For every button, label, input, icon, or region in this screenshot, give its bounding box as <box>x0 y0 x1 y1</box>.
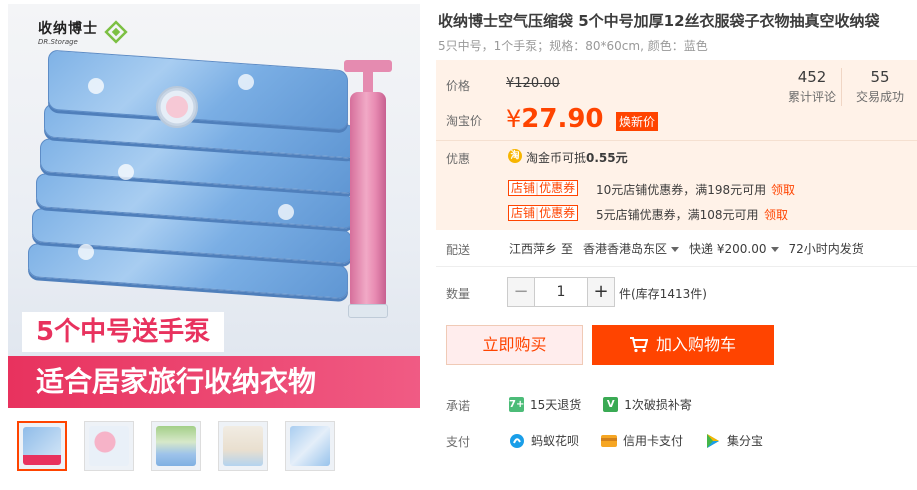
seven-day-return-icon: 7+ <box>509 397 525 412</box>
flower-decoration <box>278 204 294 220</box>
sales-count-label: 交易成功 <box>856 90 905 104</box>
promise-label: 承诺 <box>446 399 471 413</box>
coupon-tag-right: 优惠券 <box>539 181 576 195</box>
flower-decoration <box>88 78 104 94</box>
new-price-badge: 焕新价 <box>616 112 659 131</box>
thumbnail-strip <box>17 421 335 471</box>
claim-coupon-link[interactable]: 领取 <box>771 181 795 198</box>
flower-decoration <box>118 164 134 180</box>
thumbnail-2[interactable] <box>84 421 134 471</box>
brand-logo: 收纳博士 DR.Storage <box>38 18 128 46</box>
chevron-down-icon <box>770 247 779 252</box>
ship-method: 快递 ¥200.00 <box>689 242 767 256</box>
quantity-label: 数量 <box>446 287 471 301</box>
price-label: 价格 <box>446 79 471 93</box>
product-title: 收纳博士空气压缩袋 5个中号加厚12丝衣服袋子衣物抽真空收纳袋 <box>438 12 880 30</box>
coupon-tag-right: 优惠券 <box>539 206 576 220</box>
coin-discount-text: 淘金币可抵0.55元 <box>526 149 628 166</box>
damage-resend-icon: V <box>603 397 619 412</box>
promo-banner-line1: 5个中号送手泵 <box>22 312 225 352</box>
pay-credit-card[interactable]: 信用卡支付 <box>623 432 683 449</box>
ship-destination: 香港香港岛东区 <box>583 242 668 256</box>
promise-return[interactable]: 15天退货 <box>530 396 581 413</box>
taobao-price-label: 淘宝价 <box>446 114 483 128</box>
valve-icon <box>156 86 198 128</box>
shopping-cart-icon <box>629 337 648 353</box>
coin-discount-prefix: 淘金币可抵 <box>526 151 587 165</box>
original-price: ¥120.00 <box>506 76 560 91</box>
add-to-cart-button[interactable]: 加入购物车 <box>592 325 774 365</box>
jifenbao-icon <box>707 433 720 448</box>
pay-jifenbao[interactable]: 集分宝 <box>727 432 763 449</box>
promo-banner-line2: 适合居家旅行收纳衣物 <box>8 356 420 408</box>
shipping-divider <box>436 266 917 267</box>
store-coupon-tag: 店铺|优惠券 <box>508 180 579 196</box>
dispatch-time: 72小时内发货 <box>788 242 864 256</box>
flower-decoration <box>238 74 254 90</box>
payment-label: 支付 <box>446 435 471 449</box>
claim-coupon-link[interactable]: 领取 <box>764 206 788 223</box>
ship-method-select[interactable]: 快递 ¥200.00 <box>689 240 779 257</box>
ship-destination-select[interactable]: 香港香港岛东区 <box>583 240 680 257</box>
price-panel: 价格 ¥120.00 淘宝价 ¥27.90 焕新价 452 累计评论 55 交易… <box>436 60 917 230</box>
huabei-icon <box>510 433 524 448</box>
logo-text-cn: 收纳博士 <box>38 21 98 37</box>
shipping-label: 配送 <box>446 243 471 257</box>
logo-diamond-icon <box>104 20 128 44</box>
currency-symbol: ¥ <box>506 105 522 133</box>
taojinbi-coin-icon: 淘 <box>508 149 522 163</box>
ship-to-word: 至 <box>561 242 574 256</box>
thumbnail-3[interactable] <box>151 421 201 471</box>
sales-count-stat[interactable]: 55 交易成功 <box>856 66 904 105</box>
quantity-decrease-button[interactable]: − <box>507 277 535 307</box>
stats-divider <box>841 68 842 106</box>
credit-card-icon <box>601 434 618 447</box>
review-count-label: 累计评论 <box>788 90 837 104</box>
coupon-tag-left: 店铺 <box>511 181 536 195</box>
current-price-value: 27.90 <box>521 104 604 134</box>
quantity-input[interactable]: 1 <box>535 277 587 307</box>
pump-base <box>348 304 388 318</box>
logo-text-en: DR.Storage <box>38 38 78 46</box>
store-coupon-tag: 店铺|优惠券 <box>508 205 579 221</box>
payment-methods-row: 蚂蚁花呗 信用卡支付 集分宝 <box>509 432 763 449</box>
pay-huabei[interactable]: 蚂蚁花呗 <box>531 432 579 449</box>
add-to-cart-label: 加入购物车 <box>655 335 736 354</box>
current-price: ¥27.90 <box>506 104 604 134</box>
shipping-row: 江西萍乡 至 香港香港岛东区 快递 ¥200.00 72小时内发货 <box>509 240 864 257</box>
price-divider <box>436 140 917 141</box>
thumbnail-5[interactable] <box>285 421 335 471</box>
promo-label: 优惠 <box>446 152 471 166</box>
quantity-increase-button[interactable]: + <box>587 277 615 307</box>
thumbnail-4[interactable] <box>218 421 268 471</box>
service-promise-row: 7+ 15天退货 V 1次破损补寄 <box>509 396 692 413</box>
promise-damage[interactable]: 1次破损补寄 <box>624 396 692 413</box>
flower-decoration <box>78 244 94 260</box>
product-main-image[interactable]: 收纳博士 DR.Storage 5个中号送手泵 适合居家旅行收纳衣物 <box>8 4 420 408</box>
product-subtitle: 5只中号，1个手泵；规格：80*60cm, 颜色：蓝色 <box>438 39 708 53</box>
quantity-stepper: − 1 + <box>507 277 615 307</box>
stock-text: 件(库存1413件) <box>619 287 707 301</box>
coupon-tag-left: 店铺 <box>511 206 536 220</box>
coupon-description: 10元店铺优惠券，满198元可用 <box>596 183 767 197</box>
review-count-stat[interactable]: 452 累计评论 <box>788 66 836 105</box>
hand-pump-illustration <box>350 92 386 310</box>
coupon-description: 5元店铺优惠券，满108元可用 <box>596 208 759 222</box>
ship-from: 江西萍乡 <box>509 242 558 256</box>
buy-now-button[interactable]: 立即购买 <box>446 325 583 365</box>
thumbnail-1[interactable] <box>17 421 67 471</box>
coin-discount-amount: 0.55元 <box>586 151 628 165</box>
sales-count: 55 <box>870 68 890 86</box>
chevron-down-icon <box>671 247 680 252</box>
review-count: 452 <box>797 68 827 86</box>
